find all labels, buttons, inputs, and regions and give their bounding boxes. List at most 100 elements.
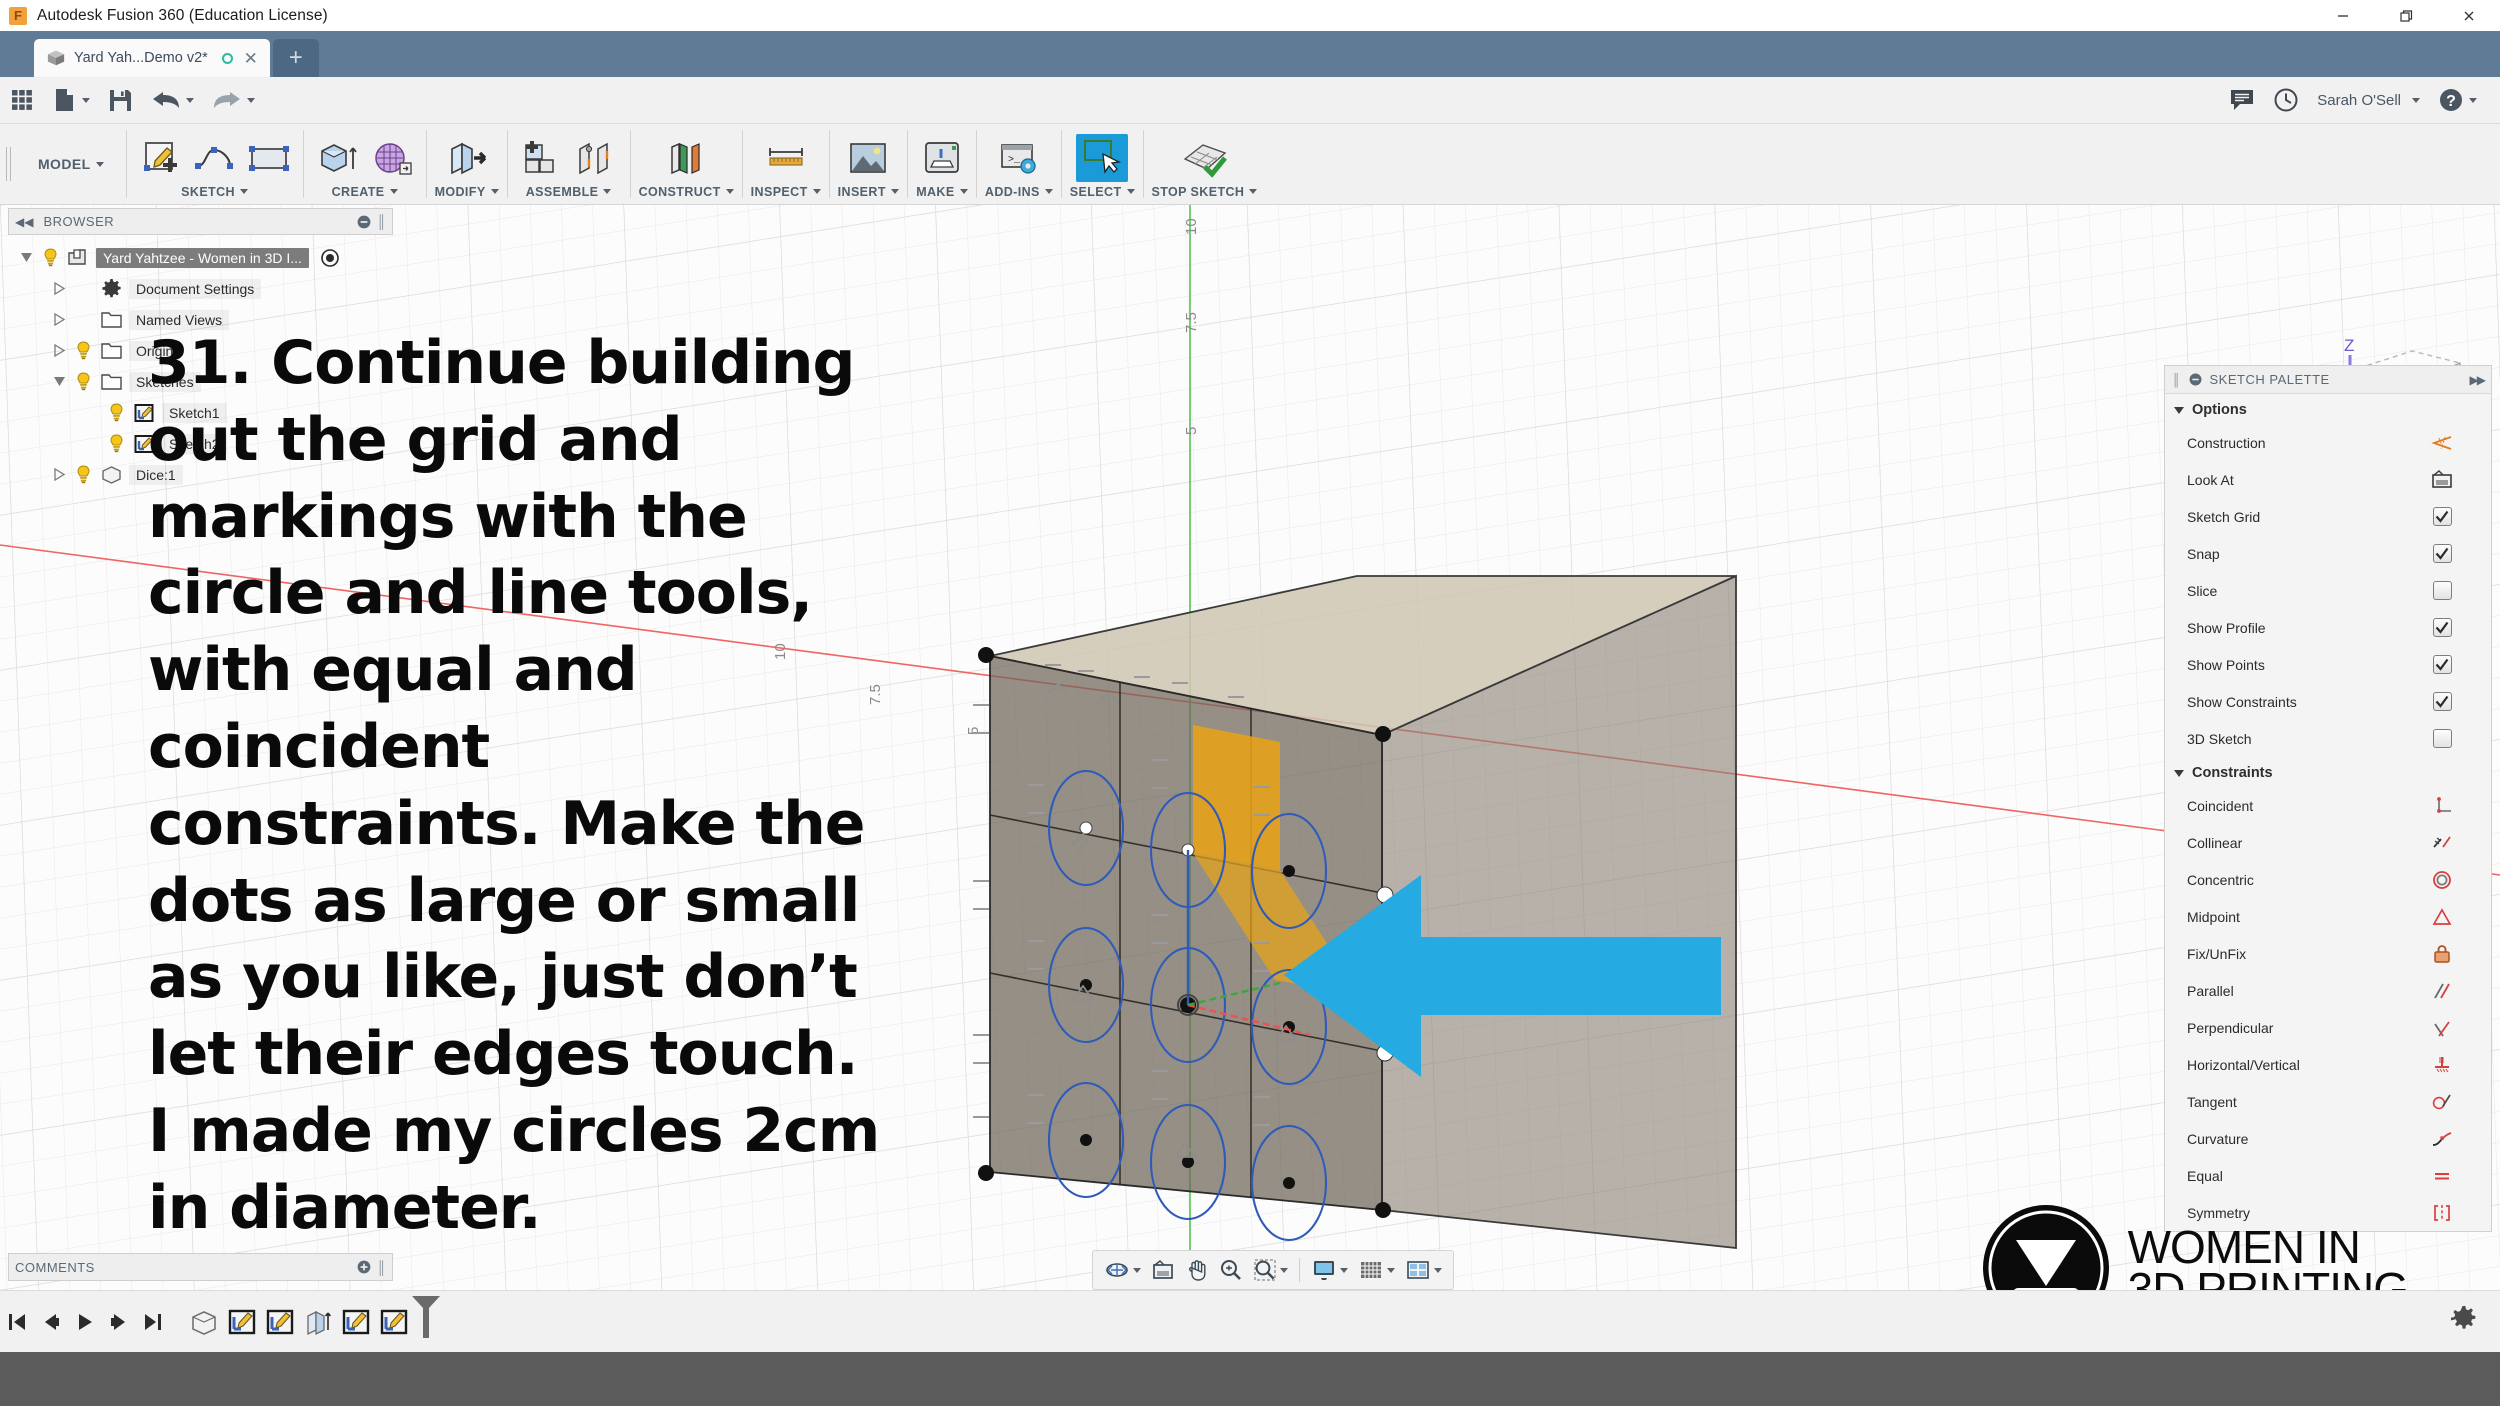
checkbox-checked-icon[interactable]	[2415, 655, 2469, 674]
palette-row-tangent[interactable]: Tangent	[2165, 1083, 2491, 1120]
select-tool-button[interactable]	[1076, 134, 1129, 182]
timeline-marker[interactable]	[406, 1294, 446, 1350]
checkbox-unchecked-icon[interactable]	[2415, 729, 2469, 748]
minimize-button[interactable]	[2311, 0, 2374, 31]
workspace-switcher[interactable]: MODEL	[16, 124, 126, 204]
undo-caret-icon[interactable]	[186, 97, 194, 103]
tangent-icon[interactable]	[2415, 1092, 2469, 1112]
chevron-down-icon[interactable]	[51, 374, 67, 390]
palette-resize-grip[interactable]: ║	[2172, 373, 2181, 387]
stop-sketch-button[interactable]	[1178, 134, 1230, 182]
curvature-icon[interactable]	[2415, 1129, 2469, 1149]
palette-row-curvature[interactable]: Curvature	[2165, 1120, 2491, 1157]
inspect-caret-icon[interactable]	[812, 189, 821, 194]
press-pull-button[interactable]	[441, 134, 493, 182]
construction-icon[interactable]	[2415, 434, 2469, 452]
timeline-feature-sketch2[interactable]	[264, 1306, 296, 1338]
new-document-button[interactable]	[44, 77, 99, 124]
look-at-icon[interactable]	[2415, 470, 2469, 489]
offset-plane-button[interactable]	[660, 134, 712, 182]
3d-print-button[interactable]	[916, 134, 968, 182]
timeline-feature-sketch1[interactable]	[226, 1306, 258, 1338]
browser-item-yard-yahtzee-women-in-3d-i[interactable]: Yard Yahtzee - Women in 3D I...	[8, 242, 393, 273]
timeline-feature-body[interactable]	[188, 1306, 220, 1338]
comments-button[interactable]	[2220, 77, 2264, 124]
add-comment-icon[interactable]	[357, 1260, 371, 1274]
checkbox-unchecked-icon[interactable]	[2415, 581, 2469, 600]
insert-caret-icon[interactable]	[890, 189, 899, 194]
display-settings-button[interactable]	[1306, 1253, 1353, 1287]
grid-snap-button[interactable]	[1353, 1253, 1400, 1287]
timeline-go-to-start-button[interactable]	[0, 1302, 34, 1342]
coincident-icon[interactable]	[2415, 796, 2469, 816]
visibility-bulb-icon[interactable]	[73, 341, 93, 360]
palette-row-concentric[interactable]: Concentric	[2165, 861, 2491, 898]
palette-row-equal[interactable]: Equal	[2165, 1157, 2491, 1194]
palette-row-construction[interactable]: Construction	[2165, 424, 2491, 461]
chevron-right-icon[interactable]	[51, 281, 67, 297]
visibility-bulb-icon[interactable]	[106, 434, 126, 453]
user-menu-button[interactable]: Sarah O'Sell	[2308, 77, 2429, 124]
palette-row-show-profile[interactable]: Show Profile	[2165, 609, 2491, 646]
concentric-icon[interactable]	[2415, 870, 2469, 890]
make-caret-icon[interactable]	[959, 189, 968, 194]
stop-sketch-caret-icon[interactable]	[1249, 189, 1258, 194]
viewports-button[interactable]	[1400, 1253, 1447, 1287]
palette-row-horizontal-vertical[interactable]: Horizontal/Vertical	[2165, 1046, 2491, 1083]
horiz-vert-icon[interactable]	[2415, 1055, 2469, 1075]
symmetry-icon[interactable]	[2415, 1204, 2469, 1222]
checkbox-checked-icon[interactable]	[2415, 544, 2469, 563]
palette-row-show-points[interactable]: Show Points	[2165, 646, 2491, 683]
addins-caret-icon[interactable]	[1044, 189, 1053, 194]
timeline-play-button[interactable]	[68, 1302, 102, 1342]
orbit-button[interactable]	[1099, 1253, 1146, 1287]
palette-row-look-at[interactable]: Look At	[2165, 461, 2491, 498]
palette-section-constraints[interactable]: Constraints	[2165, 757, 2491, 787]
chevron-right-icon[interactable]	[51, 312, 67, 328]
comments-resize-grip[interactable]: ║	[377, 1260, 386, 1275]
modify-caret-icon[interactable]	[490, 189, 499, 194]
perpendicular-icon[interactable]	[2415, 1018, 2469, 1038]
zoom-button[interactable]	[1214, 1253, 1248, 1287]
palette-minus-icon[interactable]	[2189, 373, 2202, 386]
document-tab[interactable]: Yard Yah...Demo v2* ✕	[34, 39, 270, 77]
user-menu-caret-icon[interactable]	[2412, 97, 2420, 103]
redo-button[interactable]	[203, 77, 264, 124]
timeline-settings-button[interactable]	[2450, 1305, 2500, 1338]
palette-row-parallel[interactable]: Parallel	[2165, 972, 2491, 1009]
measure-button[interactable]	[760, 134, 812, 182]
app-grid-button[interactable]	[0, 77, 44, 124]
timeline-go-to-end-button[interactable]	[136, 1302, 170, 1342]
palette-expand-icon[interactable]: ▶▶	[2470, 373, 2487, 387]
create-caret-icon[interactable]	[389, 189, 398, 194]
save-button[interactable]	[99, 77, 142, 124]
browser-minus-icon[interactable]	[357, 215, 371, 229]
palette-row-coincident[interactable]: Coincident	[2165, 787, 2491, 824]
chevron-right-icon[interactable]	[51, 467, 67, 483]
close-button[interactable]	[2437, 0, 2500, 31]
construct-caret-icon[interactable]	[725, 189, 734, 194]
visibility-bulb-icon[interactable]	[106, 403, 126, 422]
new-document-caret-icon[interactable]	[82, 97, 90, 103]
palette-row-3d-sketch[interactable]: 3D Sketch	[2165, 720, 2491, 757]
palette-row-snap[interactable]: Snap	[2165, 535, 2491, 572]
palette-row-collinear[interactable]: Collinear	[2165, 824, 2491, 861]
insert-image-button[interactable]	[842, 134, 894, 182]
palette-row-show-constraints[interactable]: Show Constraints	[2165, 683, 2491, 720]
browser-collapse-icon[interactable]: ◀◀	[15, 215, 33, 229]
maximize-button[interactable]	[2374, 0, 2437, 31]
timeline-step-forward-button[interactable]	[102, 1302, 136, 1342]
parallel-icon[interactable]	[2415, 981, 2469, 1001]
visibility-bulb-icon[interactable]	[73, 465, 93, 484]
new-component-button[interactable]	[516, 134, 568, 182]
new-tab-button[interactable]: +	[272, 39, 319, 77]
look-at-button[interactable]	[1146, 1253, 1180, 1287]
visibility-bulb-icon[interactable]	[40, 248, 60, 267]
rectangle-button[interactable]	[243, 134, 295, 182]
display-caret-icon[interactable]	[1340, 1267, 1348, 1273]
redo-caret-icon[interactable]	[247, 97, 255, 103]
collinear-icon[interactable]	[2415, 833, 2469, 853]
select-caret-icon[interactable]	[1126, 189, 1135, 194]
pan-button[interactable]	[1180, 1253, 1214, 1287]
undo-button[interactable]	[142, 77, 203, 124]
